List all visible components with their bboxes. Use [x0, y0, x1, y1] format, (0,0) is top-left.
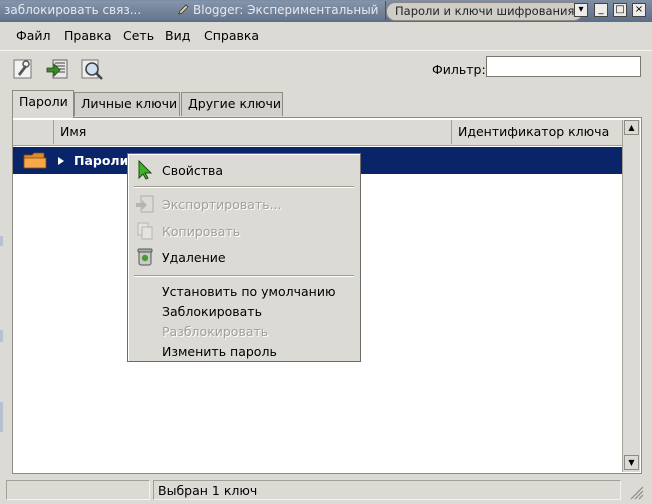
- menu-item-unlock: Разблокировать: [162, 324, 269, 339]
- menu-file[interactable]: Файл: [16, 28, 51, 43]
- column-key-id[interactable]: Идентификатор ключа: [452, 120, 622, 144]
- maximize-button[interactable]: □: [613, 3, 627, 17]
- column-icon[interactable]: [13, 120, 54, 144]
- background-window-tab-blogger[interactable]: Blogger: Экспериментальный: [173, 1, 386, 20]
- menu-view[interactable]: Вид: [165, 28, 190, 43]
- menu-item-properties[interactable]: Свойства: [128, 160, 360, 182]
- menu-bar: Файл Правка Сеть Вид Справка: [0, 23, 652, 47]
- filter-input[interactable]: [486, 56, 641, 77]
- minimize-button[interactable]: _: [594, 3, 608, 17]
- key-properties-button[interactable]: [10, 56, 36, 82]
- column-key-id-label: Идентификатор ключа: [458, 124, 610, 139]
- background-window-edge: [0, 402, 3, 432]
- tab-label: Личные ключи: [81, 96, 178, 111]
- filter-label: Фильтр:: [432, 62, 486, 77]
- menu-item-delete[interactable]: Удаление: [128, 247, 360, 269]
- tab-label: Другие ключи: [188, 96, 282, 111]
- menu-separator: [134, 275, 354, 277]
- menu-separator: [134, 186, 354, 188]
- title-bar: заблокировать связ... Blogger: Экспериме…: [0, 0, 652, 22]
- menu-item-export: Экспортировать...: [128, 194, 360, 216]
- background-window-tab[interactable]: заблокировать связ...: [0, 1, 175, 20]
- tab-other-keys[interactable]: Другие ключи: [181, 92, 283, 116]
- menu-item-label: Свойства: [162, 163, 224, 178]
- list-header: Имя Идентификатор ключа: [13, 120, 622, 146]
- column-name-label: Имя: [60, 124, 87, 139]
- window-title: Пароли и ключи шифрования: [386, 2, 584, 21]
- column-name[interactable]: Имя: [54, 120, 452, 144]
- copy-icon: [137, 222, 153, 240]
- expander-arrow-icon[interactable]: [58, 157, 64, 165]
- export-icon: [136, 195, 154, 213]
- status-text: Выбран 1 ключ: [158, 483, 258, 498]
- export-button[interactable]: [45, 56, 71, 82]
- vertical-scrollbar[interactable]: ▲ ▼: [622, 120, 640, 472]
- status-panel-progress: [6, 480, 150, 500]
- background-window-edge: [0, 330, 3, 342]
- menu-item-label: Удаление: [162, 250, 226, 265]
- resize-grip-icon[interactable]: [628, 484, 644, 500]
- menu-network[interactable]: Сеть: [123, 28, 154, 43]
- row-name: Пароли:: [74, 153, 134, 168]
- close-button[interactable]: ×: [632, 3, 646, 17]
- pencil-icon: [178, 4, 189, 15]
- export-icon: [46, 59, 68, 79]
- background-tab-title: заблокировать связ...: [4, 3, 142, 17]
- scroll-down-button[interactable]: ▼: [624, 455, 639, 470]
- trash-icon: [137, 248, 153, 266]
- tab-label: Пароли: [19, 94, 68, 109]
- background-tab-title: Blogger: Экспериментальный: [193, 3, 379, 17]
- tab-personal-keys[interactable]: Личные ключи: [74, 92, 180, 116]
- scroll-up-button[interactable]: ▲: [624, 120, 639, 135]
- find-keys-button[interactable]: [79, 56, 105, 82]
- menu-edit[interactable]: Правка: [64, 28, 112, 43]
- tab-passwords[interactable]: Пароли: [12, 90, 74, 118]
- menu-item-copy: Копировать: [128, 221, 360, 243]
- menu-item-label: Экспортировать...: [162, 197, 282, 212]
- key-properties-icon: [13, 59, 32, 79]
- folder-icon: [23, 152, 47, 169]
- toolbar: Фильтр:: [0, 50, 652, 87]
- menu-item-lock[interactable]: Заблокировать: [162, 304, 262, 319]
- context-menu: Свойства Экспортировать... Копировать Уд…: [127, 153, 361, 362]
- menu-item-change-password[interactable]: Изменить пароль: [162, 344, 277, 359]
- status-bar: Выбран 1 ключ: [0, 478, 652, 504]
- menu-help[interactable]: Справка: [204, 28, 259, 43]
- cursor-arrow-icon: [138, 160, 153, 180]
- search-icon: [81, 59, 103, 80]
- menu-item-label: Копировать: [162, 224, 241, 239]
- window-menu-button[interactable]: ▾: [574, 3, 588, 17]
- background-window-edge: [0, 236, 3, 246]
- menu-item-set-default[interactable]: Установить по умолчанию: [162, 284, 336, 299]
